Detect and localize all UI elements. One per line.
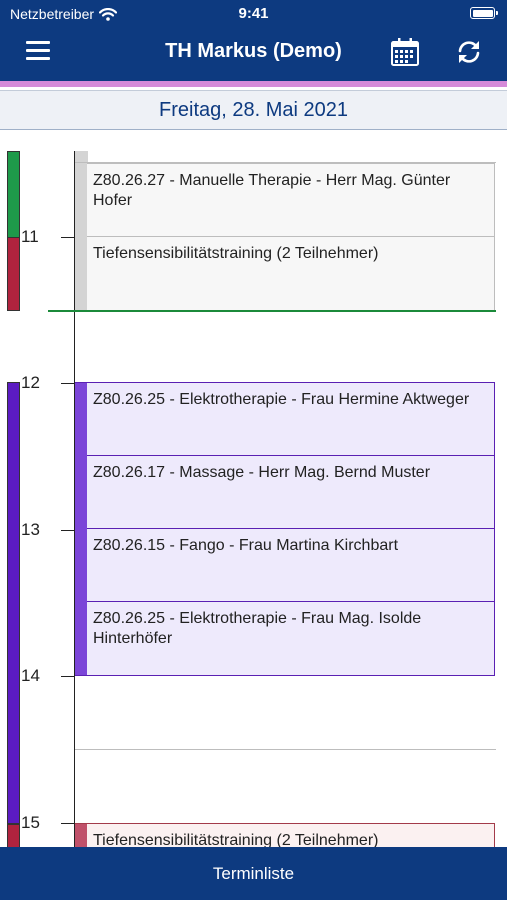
calendar-button[interactable] bbox=[390, 37, 420, 67]
status-time: 9:41 bbox=[238, 5, 269, 22]
status-bar: Netzbetreiber 9:41 bbox=[0, 0, 507, 28]
appointment[interactable]: Tiefensensibilitätstraining (2 Teilnehme… bbox=[87, 236, 495, 311]
nav-row: TH Markus (Demo) bbox=[0, 30, 507, 76]
hour-tick bbox=[61, 676, 75, 677]
availability-bar-red bbox=[7, 824, 20, 847]
calendar-icon bbox=[391, 38, 419, 66]
battery-icon bbox=[470, 7, 498, 19]
day-schedule[interactable]: 11 12 13 14 15 Z80.26.27 - Manuelle Ther… bbox=[0, 131, 507, 847]
availability-bar-red bbox=[7, 237, 20, 311]
availability-bar-green bbox=[7, 151, 20, 237]
appointment[interactable]: Tiefensensibilitätstraining (2 Teilnehme… bbox=[87, 823, 495, 847]
hour-label: 14 bbox=[21, 666, 40, 685]
appointment-list-button[interactable]: Terminliste bbox=[0, 847, 507, 900]
top-bar: Netzbetreiber 9:41 TH Markus (Demo) bbox=[0, 0, 507, 81]
accent-stripe bbox=[0, 81, 507, 87]
appointment[interactable]: Z80.26.17 - Massage - Herr Mag. Bernd Mu… bbox=[87, 455, 495, 529]
hour-tick bbox=[61, 823, 75, 824]
date-header[interactable]: Freitag, 28. Mai 2021 bbox=[0, 90, 507, 130]
hour-tick bbox=[61, 237, 75, 238]
hour-tick bbox=[61, 383, 75, 384]
appointment[interactable]: Z80.26.27 - Manuelle Therapie - Herr Mag… bbox=[87, 163, 495, 237]
hour-label: 12 bbox=[21, 373, 40, 392]
refresh-button[interactable] bbox=[455, 38, 483, 66]
app-screen: Netzbetreiber 9:41 TH Markus (Demo) Frei… bbox=[0, 0, 507, 900]
refresh-icon bbox=[458, 41, 480, 63]
appointment[interactable]: Z80.26.25 - Elektrotherapie - Frau Mag. … bbox=[87, 601, 495, 676]
current-time-line bbox=[48, 310, 496, 312]
hour-label: 15 bbox=[21, 813, 40, 832]
page-title: TH Markus (Demo) bbox=[165, 40, 342, 62]
divider bbox=[75, 749, 496, 750]
appointment[interactable]: Z80.26.25 - Elektrotherapie - Frau Hermi… bbox=[87, 382, 495, 456]
hour-label: 11 bbox=[21, 227, 39, 246]
hour-tick bbox=[61, 530, 75, 531]
hour-label: 13 bbox=[21, 520, 40, 539]
availability-bar-purple bbox=[7, 382, 20, 824]
appointment[interactable]: Z80.26.15 - Fango - Frau Martina Kirchba… bbox=[87, 528, 495, 602]
